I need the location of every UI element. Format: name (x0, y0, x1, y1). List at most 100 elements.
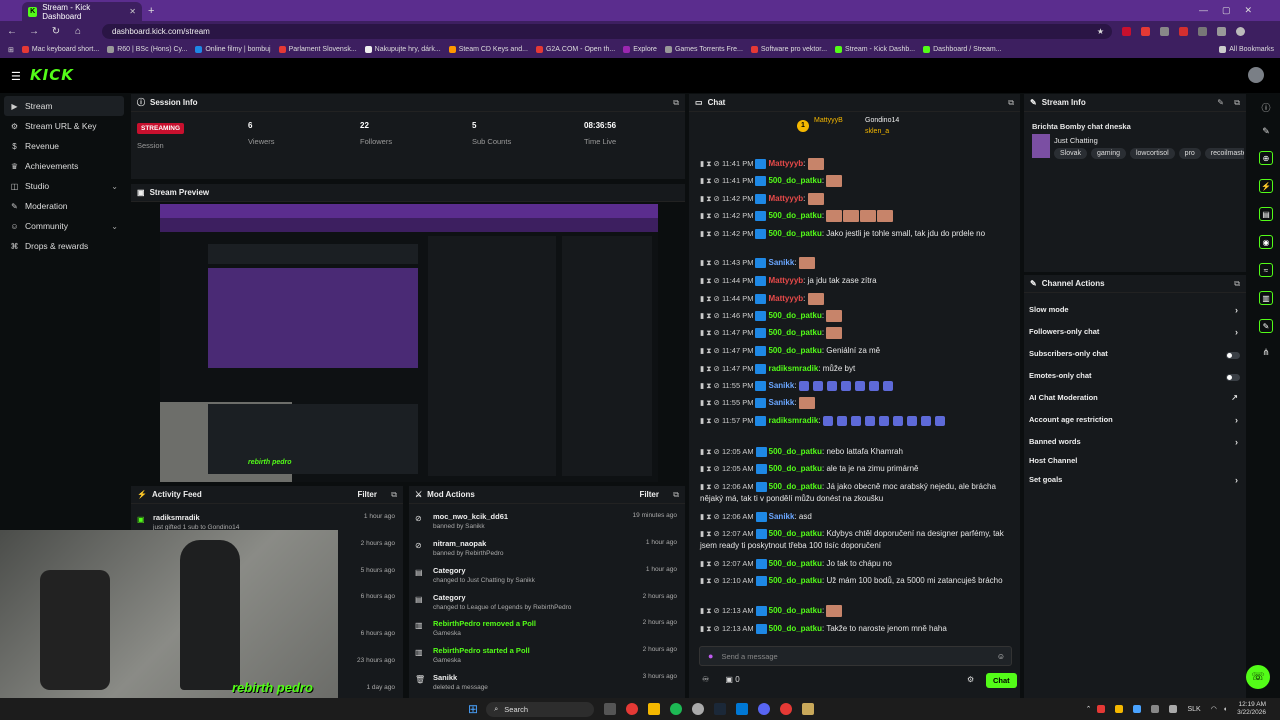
tag[interactable]: pro (1178, 148, 1201, 159)
mod-tools-icon[interactable]: ▮ ⧗ ⊘ (700, 482, 722, 491)
mod-tools-icon[interactable]: ▮ ⧗ ⊘ (700, 512, 722, 521)
chat-username[interactable]: 500_do_patku (769, 559, 822, 568)
tag[interactable]: lowcortisol (1129, 148, 1175, 159)
mod-tools-icon[interactable]: ▮ ⧗ ⊘ (700, 276, 722, 285)
bookmark-item[interactable]: R60 | BSc (Hons) Cy... (107, 46, 187, 53)
store-icon[interactable] (736, 703, 749, 715)
extension-icon[interactable] (1160, 26, 1169, 36)
app-icon[interactable] (692, 703, 705, 715)
slow-mode-row[interactable]: Slow mode › (1029, 305, 1242, 319)
chat-username[interactable]: 500_do_patku (769, 529, 822, 538)
app-icon[interactable] (802, 703, 815, 715)
chat-username[interactable]: 500_do_patku (769, 606, 822, 615)
bookmark-item[interactable]: Online filmy | bombuj (195, 46, 271, 53)
bookmark-item[interactable]: Parlament Slovensk... (278, 46, 357, 53)
sidebar-item-stream-url[interactable]: ⚙ Stream URL & Key (0, 116, 128, 136)
mod-tools-icon[interactable]: ▮ ⧗ ⊘ (700, 328, 722, 337)
chat-username[interactable]: Sanikk (768, 398, 794, 407)
chat-message[interactable]: ▮ ⧗ ⊘ 11:44 PM Mattyyyb: (700, 293, 1015, 305)
tray-icon[interactable] (1150, 705, 1159, 713)
chat-message[interactable]: ▮ ⧗ ⊘ 12:07 AM 500_do_patku: Kdybys chtěl… (700, 528, 1015, 552)
mod-tools-icon[interactable]: ▮ ⧗ ⊘ (700, 624, 722, 633)
chat-message[interactable]: ▮ ⧗ ⊘ 12:10 AM 500_do_patku: Už mám 100 b… (700, 575, 1015, 587)
extensions-menu-icon[interactable] (1198, 26, 1207, 36)
chat-message[interactable]: ▮ ⧗ ⊘ 11:44 PM Mattyyyb: ja jdu tak zase … (700, 275, 1015, 287)
browser-icon[interactable] (780, 703, 793, 715)
mod-tools-icon[interactable]: ▮ ⧗ ⊘ (700, 606, 722, 615)
mod-tools-icon[interactable]: ▮ ⧗ ⊘ (700, 194, 722, 203)
mic-icon[interactable]: ● (708, 651, 713, 661)
download-icon[interactable] (1217, 26, 1226, 36)
profile-icon[interactable] (1236, 26, 1245, 36)
chat-username[interactable]: Mattyyyb (768, 194, 803, 203)
extension-icon[interactable] (1122, 26, 1131, 36)
bookmark-item[interactable]: Dashboard / Stream... (923, 46, 1002, 53)
stream-video[interactable]: rebirth pedro (160, 204, 658, 482)
mod-tools-icon[interactable]: ▮ ⧗ ⊘ (700, 229, 722, 238)
filter-button[interactable]: Filter (639, 490, 659, 499)
hamburger-menu-icon[interactable]: ☰ (11, 70, 21, 83)
chat-message[interactable]: ▮ ⧗ ⊘ 11:55 PM Sanikk: (700, 397, 1015, 409)
kick-logo[interactable]: KICK (30, 66, 74, 84)
infinity-icon[interactable]: ♾ (702, 675, 709, 684)
sidebar-item-community[interactable]: ☺ Community ⌄ (0, 216, 128, 236)
wifi-icon[interactable]: ◠ (1211, 705, 1217, 713)
edit-icon[interactable]: ✎ (1217, 98, 1224, 107)
chat-message[interactable]: ▮ ⧗ ⊘ 11:42 PM Mattyyyb: (700, 193, 1015, 205)
tag[interactable]: recoilmaste (1204, 148, 1244, 159)
chat-message[interactable]: ▮ ⧗ ⊘ 11:41 PM Mattyyyb: (700, 158, 1015, 170)
taskbar-search[interactable]: ⌕ Search (486, 701, 595, 717)
chat-username[interactable]: radiksmradik (768, 364, 818, 373)
chat-bubble-icon[interactable]: ◉ (1259, 235, 1273, 249)
target-icon[interactable]: ⊕ (1259, 151, 1273, 165)
followers-only-row[interactable]: Followers-only chat › (1029, 327, 1242, 341)
chat-message[interactable]: ▮ ⧗ ⊘ 12:13 AM 500_do_patku: Takže to nar… (700, 623, 1015, 635)
chat-settings-gear-icon[interactable]: ⚙ (967, 675, 974, 684)
info-icon[interactable]: ⓘ (1252, 101, 1280, 114)
host-channel-row[interactable]: Host Channel (1029, 456, 1242, 470)
chat-send-button[interactable]: Chat (986, 673, 1017, 688)
file-explorer-icon[interactable] (648, 703, 661, 715)
bookmark-item[interactable]: Stream - Kick Dashb... (835, 46, 915, 53)
mod-tools-icon[interactable]: ▮ ⧗ ⊘ (700, 311, 722, 320)
chat-username[interactable]: 500_do_patku (769, 576, 822, 585)
mod-tools-icon[interactable]: ▮ ⧗ ⊘ (700, 211, 722, 220)
tray-chevron-icon[interactable]: ⌃ (1086, 705, 1092, 713)
chat-username[interactable]: 500_do_patku (768, 229, 821, 238)
chat-username[interactable]: Sanikk (768, 258, 794, 267)
clipboard-icon[interactable]: ▤ (1259, 207, 1273, 221)
mod-tools-icon[interactable]: ▮ ⧗ ⊘ (700, 258, 722, 267)
mod-tools-icon[interactable]: ▮ ⧗ ⊘ (700, 294, 722, 303)
chat-message[interactable]: ▮ ⧗ ⊘ 12:05 AM 500_do_patku: ale ta je na… (700, 463, 1015, 475)
bookmark-item[interactable]: Mac keyboard short... (21, 46, 99, 53)
language-indicator[interactable]: SLK (1188, 706, 1201, 713)
subscribers-only-row[interactable]: Subscribers-only chat (1029, 349, 1242, 363)
sidebar-item-revenue[interactable]: $ Revenue (0, 136, 128, 156)
chat-message[interactable]: ▮ ⧗ ⊘ 12:05 AM 500_do_patku: nebo lattafa… (700, 446, 1015, 458)
chat-username[interactable]: 500_do_patku (768, 346, 821, 355)
bookmark-item[interactable]: Games Torrents Fre... (664, 46, 743, 53)
filter-button[interactable]: Filter (357, 490, 377, 499)
mod-tools-icon[interactable]: ▮ ⧗ ⊘ (700, 364, 722, 373)
popout-icon[interactable]: ⧉ (673, 490, 679, 500)
bookmark-item[interactable]: Steam CD Keys and... (448, 46, 528, 53)
reload-icon[interactable]: ↻ (50, 26, 62, 37)
sidebar-item-drops[interactable]: ⌘ Drops & rewards (0, 236, 128, 256)
extension-icon[interactable] (1141, 26, 1150, 36)
mod-tools-icon[interactable]: ▮ ⧗ ⊘ (700, 176, 722, 185)
discord-icon[interactable] (758, 703, 771, 715)
mod-tools-icon[interactable]: ▮ ⧗ ⊘ (700, 529, 722, 538)
chat-message[interactable]: ▮ ⧗ ⊘ 12:13 AM 500_do_patku: (700, 605, 1015, 617)
chat-username[interactable]: Sanikk (768, 381, 794, 390)
popout-icon[interactable]: ⧉ (1234, 98, 1240, 108)
chat-message[interactable]: ▮ ⧗ ⊘ 11:47 PM radiksmradik: může byt (700, 363, 1015, 375)
mod-tools-icon[interactable]: ▮ ⧗ ⊘ (700, 398, 722, 407)
tray-icon[interactable] (1096, 705, 1105, 713)
chat-message[interactable]: ▮ ⧗ ⊘ 11:42 PM 500_do_patku: Jako jestli … (700, 228, 1015, 240)
avatar[interactable] (1248, 67, 1264, 83)
emotes-only-toggle[interactable] (1226, 374, 1240, 381)
subscribers-only-toggle[interactable] (1226, 352, 1240, 359)
chat-username[interactable]: 500_do_patku (768, 311, 821, 320)
forward-icon[interactable]: → (28, 26, 40, 37)
tag[interactable]: Slovak (1054, 148, 1088, 159)
